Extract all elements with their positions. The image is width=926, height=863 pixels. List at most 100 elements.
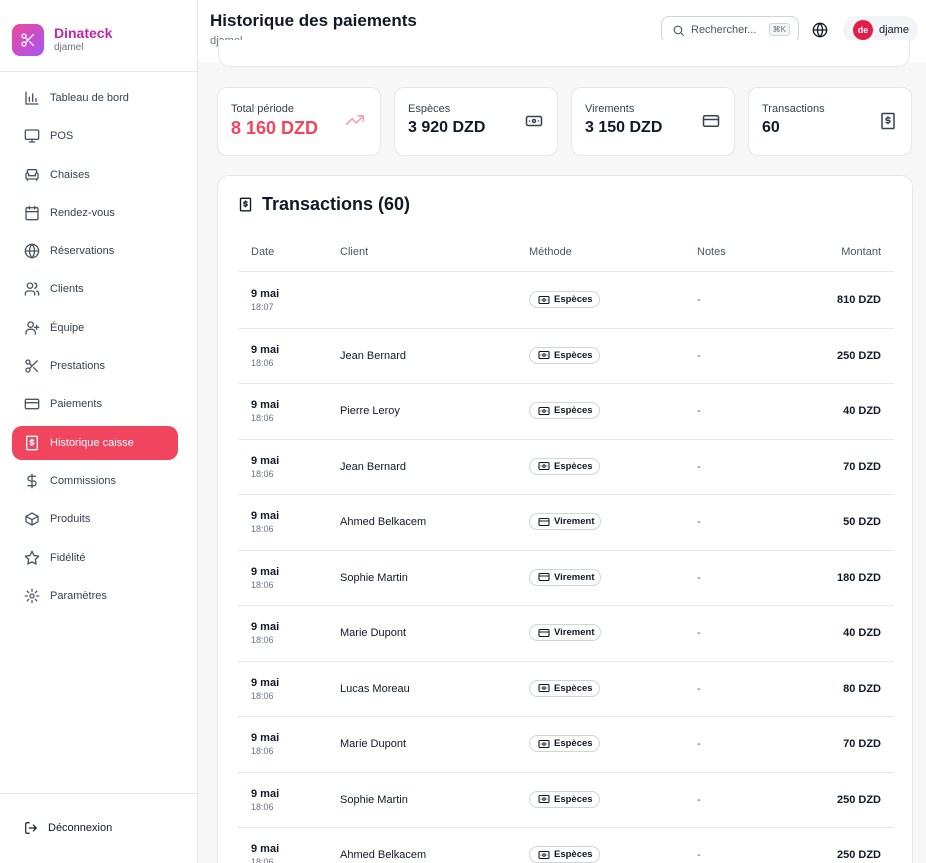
sidebar-item-historique-caisse[interactable]: Historique caisse — [12, 425, 178, 460]
method-label: Espèces — [554, 405, 593, 416]
stat-label: Total période — [231, 103, 294, 115]
logout-button[interactable]: Déconnexion — [24, 821, 112, 835]
table-row[interactable]: 9 mai 18:06 Lucas Moreau Espèces - 80 DZD — [238, 662, 894, 717]
table-row[interactable]: 9 mai 18:06 Ahmed Belkacem Espèces - 250 DZD — [238, 828, 894, 863]
sidebar-nav: Tableau de bord POS Chaises Rendez-vous … — [0, 72, 197, 613]
brand-user: djamel — [54, 42, 84, 53]
cell-amount: 180 DZD — [836, 571, 881, 584]
cell-client: Marie Dupont — [340, 738, 407, 750]
banknote-icon — [538, 739, 550, 748]
gear-icon — [24, 588, 40, 604]
method-label: Espèces — [554, 294, 593, 305]
date-day: 9 mai — [251, 621, 280, 633]
table-row[interactable]: 9 mai 18:06 Sophie Martin Virement - 180 DZD — [238, 551, 894, 606]
star-icon — [24, 550, 40, 565]
sidebar-item-tableau-de-bord[interactable]: Tableau de bord — [12, 81, 178, 115]
cell-amount: 250 DZD — [836, 849, 881, 861]
cell-notes: - — [697, 405, 701, 417]
cell-client: Jean Bernard — [340, 349, 407, 362]
method-label: Virement — [554, 627, 595, 638]
page-title: Historique des paiements — [210, 11, 417, 30]
cell-amount: 50 DZD — [843, 516, 881, 528]
transactions-title-text: Transactions (60) — [262, 194, 411, 214]
dollar-icon — [27, 473, 37, 489]
receipt-dollar-icon — [881, 112, 895, 130]
stat-card-transfers: Virements 3 150 DZD — [571, 87, 735, 156]
table-row[interactable]: 9 mai 18:06 Ahmed Belkacem Virement - 50 DZD — [238, 495, 894, 551]
cell-client: Ahmed Belkacem — [340, 849, 427, 861]
table-row[interactable]: 9 mai 18:06 Sophie Martin Espèces - 250 DZD — [238, 773, 894, 828]
sidebar-divider — [0, 793, 197, 794]
cell-client: Marie Dupont — [340, 627, 407, 639]
column-header-amount[interactable]: Montant — [841, 246, 881, 258]
date-time: 18:06 — [251, 468, 274, 479]
brand[interactable]: Dinateck djamel — [0, 0, 197, 62]
method-badge: Espèces — [529, 346, 600, 364]
column-header-notes[interactable]: Notes — [697, 246, 726, 258]
cell-date: 9 mai 18:06 — [251, 455, 279, 480]
method-label: Virement — [554, 571, 595, 583]
sidebar-item-equipe[interactable]: Équipe — [12, 311, 178, 345]
brand-name: Dinateck — [54, 25, 113, 41]
cell-notes: - — [697, 849, 701, 861]
transactions-table-body: 9 mai 18:07 Espèces -810 DZD 9 mai 18:06 Jean … — [238, 273, 894, 863]
cell-amount: 70 DZD — [843, 738, 881, 750]
date-day: 9 mai — [251, 343, 280, 356]
sidebar-item-paiements[interactable]: Paiements — [12, 387, 178, 421]
cell-amount: 70 DZD — [843, 460, 881, 473]
cell-amount: 810 DZD — [836, 294, 881, 306]
sidebar-item-prestations[interactable]: Prestations — [12, 349, 178, 383]
sidebar-item-fidelite[interactable]: Fidélité — [12, 541, 178, 575]
cell-date: 9 mai 18:06 — [251, 621, 279, 646]
column-header-method[interactable]: Méthode — [529, 246, 572, 258]
cell-client: Sophie Martin — [340, 793, 408, 806]
cell-date: 9 mai 18:06 — [251, 732, 279, 757]
credit-card-icon — [24, 399, 40, 410]
cell-client: Sophie Martin — [340, 571, 408, 584]
sidebar-item-label: Historique caisse — [50, 436, 134, 449]
scissors-logo-icon — [12, 24, 44, 56]
table-row[interactable]: 9 mai 18:06 Marie Dupont Espèces - 70 DZD — [238, 717, 894, 773]
table-row[interactable]: 9 mai 18:06 Marie Dupont Virement - 40 DZD — [238, 606, 894, 662]
cell-client: Lucas Moreau — [340, 682, 410, 695]
cell-date: 9 mai 18:06 — [251, 788, 279, 813]
language-globe-icon[interactable] — [812, 22, 828, 38]
sidebar-item-clients[interactable]: Clients — [12, 272, 178, 306]
date-time: 18:06 — [251, 690, 274, 701]
stat-label: Espèces — [408, 103, 451, 115]
receipt-dollar-icon — [239, 197, 252, 212]
stat-label: Virements — [585, 103, 635, 115]
credit-card-icon — [538, 628, 550, 637]
table-row[interactable]: 9 mai 18:06 Jean Bernard Espèces - 70 DZD — [238, 440, 894, 495]
receipt-dollar-icon — [26, 435, 38, 451]
sidebar-item-pos[interactable]: POS — [12, 119, 178, 153]
transactions-card: Transactions (60) Date Client Méthode No… — [217, 175, 913, 863]
column-header-date[interactable]: Date — [251, 246, 274, 258]
date-time: 18:06 — [251, 357, 274, 368]
table-row[interactable]: 9 mai 18:06 Jean Bernard Espèces - 250 DZD — [238, 329, 894, 384]
sidebar-item-rendez-vous[interactable]: Rendez-vous — [12, 196, 178, 230]
sidebar-item-chaises[interactable]: Chaises — [12, 158, 178, 192]
date-time: 18:06 — [251, 635, 274, 645]
date-time: 18:06 — [251, 801, 274, 812]
date-day: 9 mai — [251, 510, 280, 522]
cell-date: 9 mai 18:06 — [251, 566, 279, 591]
sidebar-item-reservations[interactable]: Réservations — [12, 234, 178, 268]
globe-icon — [24, 243, 40, 259]
cell-notes: - — [697, 516, 701, 528]
sidebar-item-parametres[interactable]: Paramètres — [12, 579, 178, 613]
sidebar-item-produits[interactable]: Produits — [12, 502, 178, 536]
search-shortcut: ⌘K — [768, 23, 790, 36]
column-header-client[interactable]: Client — [340, 246, 368, 258]
date-day: 9 mai — [251, 565, 280, 578]
credit-card-icon — [702, 115, 720, 127]
sidebar: Dinateck djamel Tableau de bord POS Chai… — [0, 0, 198, 863]
method-badge: Virement — [529, 624, 602, 641]
table-row[interactable]: 9 mai 18:07 Espèces - 810 DZD — [238, 273, 894, 329]
date-day: 9 mai — [251, 454, 280, 467]
date-day: 9 mai — [251, 288, 280, 300]
sidebar-item-commissions[interactable]: Commissions — [12, 464, 178, 498]
table-row[interactable]: 9 mai 18:06 Pierre Leroy Espèces - 40 DZD — [238, 384, 894, 440]
sidebar-item-label: Prestations — [50, 360, 106, 373]
banknote-icon — [538, 683, 550, 693]
